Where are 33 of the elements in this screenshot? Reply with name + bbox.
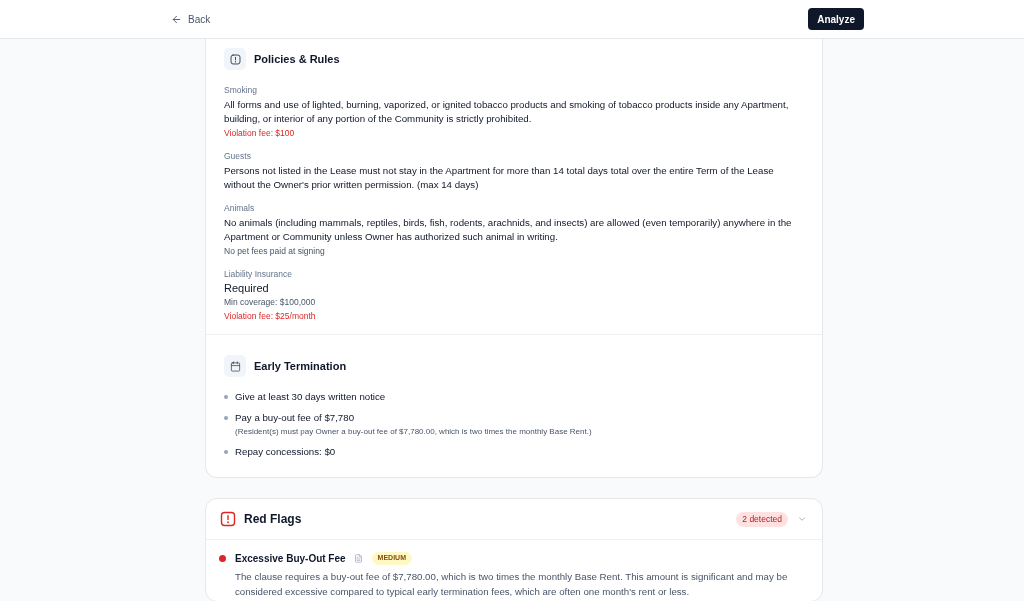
policy-note: No pet fees paid at signing [224, 245, 326, 258]
policy-text: All forms and use of lighted, burning, vaporized, or ignited tobacco products and smoking of tobacco products inside any Apartment, building, or interior of any portion of the Community is strictly prohibited. [224, 98, 790, 126]
detected-count-badge: 2 detected [736, 511, 788, 527]
policy-label: Guests [224, 150, 252, 162]
section-title: Early Termination [254, 358, 347, 374]
flag-title: Excessive Buy-Out Fee [235, 552, 346, 566]
policy-label: Liability Insurance [224, 268, 294, 280]
policy-label: Smoking [224, 84, 259, 96]
bullet-icon [224, 416, 228, 420]
termination-item: Give at least 30 days written notice [235, 390, 386, 404]
alert-icon [224, 48, 246, 70]
calendar-icon [224, 355, 246, 377]
card-title: Red Flags [244, 511, 302, 528]
violation-fee: Violation fee: $25/month [224, 310, 317, 323]
chevron-down-icon [797, 514, 807, 524]
flag-description: The clause requires a buy-out fee of $7,780.00, which is two times the monthly Base Rent. This amount is significant and may be considered excessive compared to typical early termination fees, which are often one month's rent or less. [234, 570, 789, 599]
policy-label: Animals [224, 202, 256, 214]
document-icon [353, 554, 363, 563]
policy-note: Min coverage: $100,000 [224, 296, 317, 309]
bullet-icon [224, 395, 228, 399]
back-button[interactable]: Back [171, 11, 211, 27]
section-title: Policies & Rules [254, 51, 340, 67]
termination-detail: (Resident(s) must pay Owner a buy-out fee of $7,780.00, which is two times the monthly Base Rent.) [235, 426, 592, 438]
termination-item: Pay a buy-out fee of $7,780 [235, 411, 356, 425]
policy-text: Persons not listed in the Lease must not stay in the Apartment for more than 14 total days total over the entire Term of the Lease without the Owner's prior written permission. (max 14 days) [224, 164, 775, 192]
termination-item: Repay concessions: $0 [235, 445, 336, 459]
policy-value: Required [224, 282, 270, 295]
policy-text: No animals (including mammals, reptiles, birds, fish, rodents, arachnids, and insects) are allowed (even temporarily) anywhere in the Apartment or Community unless Owner has authorized such animal in writing. [224, 216, 793, 244]
alert-icon [220, 511, 236, 527]
bullet-icon [224, 450, 228, 454]
analyze-button[interactable]: Analyze [808, 8, 864, 30]
violation-fee: Violation fee: $100 [224, 127, 296, 140]
back-arrow-icon [171, 13, 182, 25]
